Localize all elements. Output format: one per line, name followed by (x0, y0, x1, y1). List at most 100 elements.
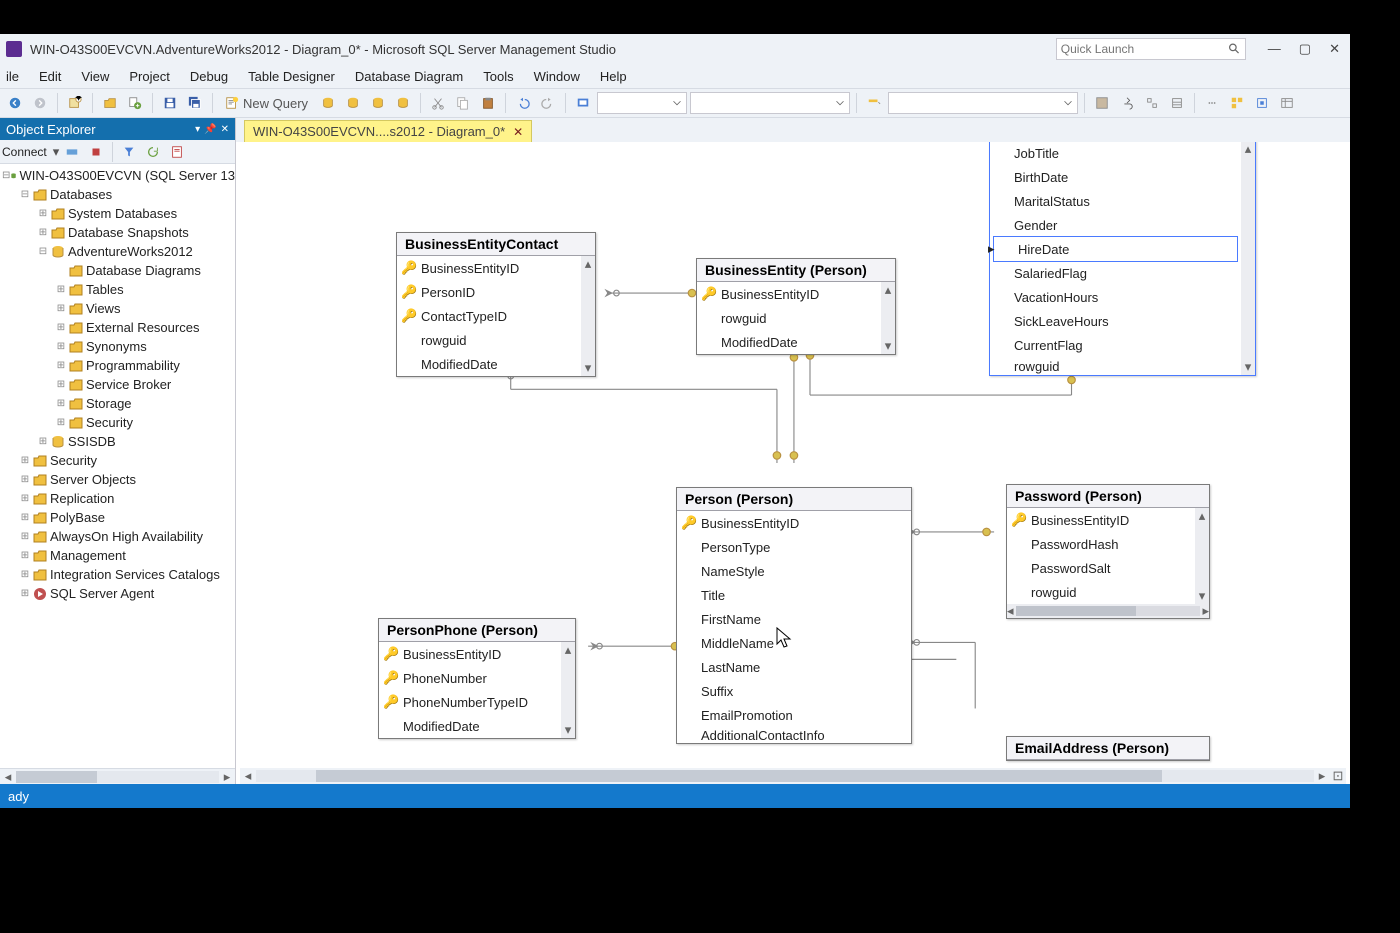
nav-box-button[interactable]: ⊡ (1330, 768, 1346, 784)
save-all-button[interactable] (184, 92, 206, 114)
connect-button[interactable]: Connect (2, 145, 47, 159)
entity-businessentitycontact[interactable]: BusinessEntityContact 🔑BusinessEntityID … (396, 232, 596, 377)
column-row[interactable]: Gender (990, 213, 1255, 237)
entity-personphone[interactable]: PersonPhone (Person) 🔑BusinessEntityID 🔑… (378, 618, 576, 739)
tree-item[interactable]: ⊞AlwaysOn High Availability (0, 527, 235, 546)
expand-icon[interactable]: ⊞ (18, 569, 32, 580)
expand-icon[interactable]: ⊞ (18, 455, 32, 466)
panel-close-button[interactable]: ✕ (221, 124, 229, 135)
scroll-right-button[interactable]: ▸ (219, 769, 235, 785)
stop-button[interactable] (85, 142, 107, 162)
tree-server[interactable]: ⊟ WIN-O43S00EVCVN (SQL Server 13 (0, 166, 235, 185)
save-button[interactable] (159, 92, 181, 114)
column-row[interactable]: rowguid (1007, 580, 1209, 604)
add-item-button[interactable] (124, 92, 146, 114)
find-button[interactable] (863, 92, 885, 114)
close-button[interactable]: ✕ (1329, 41, 1340, 57)
script-button[interactable] (166, 142, 188, 162)
tree-item[interactable]: ⊞Management (0, 546, 235, 565)
column-row[interactable]: rowguid (397, 328, 595, 352)
expand-icon[interactable]: ⊞ (54, 398, 68, 409)
diag-btn-3[interactable] (1141, 92, 1163, 114)
open-file-button[interactable] (99, 92, 121, 114)
tree-item[interactable]: ⊞Server Objects (0, 470, 235, 489)
menu-help[interactable]: Help (590, 67, 637, 86)
expand-icon[interactable]: ⊞ (18, 550, 32, 561)
expand-icon[interactable]: ⊞ (18, 474, 32, 485)
filter-button[interactable] (118, 142, 140, 162)
column-row-selected[interactable]: ▸HireDate (994, 237, 1237, 261)
column-row[interactable]: 🔑PhoneNumberTypeID (379, 690, 575, 714)
column-row[interactable]: 🔑ContactTypeID (397, 304, 595, 328)
new-project-button[interactable]: ✦ (64, 92, 86, 114)
scroll-right-button[interactable]: ▸ (1314, 768, 1330, 784)
diag-btn-2[interactable] (1116, 92, 1138, 114)
quick-launch-input[interactable] (1056, 38, 1246, 60)
tree-item[interactable]: ⊞ Database Snapshots (0, 223, 235, 242)
column-row[interactable]: CurrentFlag (990, 333, 1255, 357)
tree-item[interactable]: ⊞Integration Services Catalogs (0, 565, 235, 584)
tree-item[interactable]: ⊞Views (0, 299, 235, 318)
column-row[interactable]: LastName (677, 655, 911, 679)
entity-header[interactable]: Person (Person) (677, 488, 911, 511)
expand-icon[interactable]: ⊟ (2, 170, 10, 181)
object-explorer-tree[interactable]: ⊟ WIN-O43S00EVCVN (SQL Server 13 ⊟ Datab… (0, 164, 235, 768)
tree-item[interactable]: ⊞Security (0, 413, 235, 432)
expand-icon[interactable]: ⊞ (36, 227, 50, 238)
entity-vscroll[interactable]: ▴▾ (1195, 508, 1209, 604)
menu-file[interactable]: ile (4, 67, 29, 86)
column-row[interactable]: AdditionalContactInfo (677, 727, 911, 743)
combo-1[interactable] (597, 92, 687, 114)
column-row[interactable]: EmailPromotion (677, 703, 911, 727)
expand-icon[interactable]: ⊞ (18, 493, 32, 504)
expand-icon[interactable]: ⊞ (54, 303, 68, 314)
entity-vscroll[interactable]: ▴▾ (1241, 142, 1255, 375)
cut-button[interactable] (427, 92, 449, 114)
entity-person[interactable]: Person (Person) 🔑BusinessEntityID Person… (676, 487, 912, 744)
entity-businessentity[interactable]: BusinessEntity (Person) 🔑BusinessEntityI… (696, 258, 896, 355)
scroll-left-button[interactable]: ◂ (0, 769, 16, 785)
diag-btn-4[interactable] (1166, 92, 1188, 114)
db-query-2-button[interactable] (342, 92, 364, 114)
entity-employee[interactable]: JobTitle BirthDate MaritalStatus Gender … (989, 142, 1256, 376)
canvas-hscroll[interactable]: ◂ ▸ ⊡ (240, 768, 1346, 784)
entity-header[interactable]: Password (Person) (1007, 485, 1209, 508)
quick-launch-text[interactable] (1061, 42, 1228, 56)
expand-icon[interactable]: ⊞ (36, 436, 50, 447)
copy-button[interactable] (452, 92, 474, 114)
column-row[interactable]: FirstName (677, 607, 911, 631)
restore-button[interactable]: ▢ (1299, 41, 1311, 57)
column-row[interactable]: SalariedFlag (990, 261, 1255, 285)
menu-view[interactable]: View (71, 67, 119, 86)
column-row[interactable]: ModifiedDate (697, 330, 895, 354)
entity-password[interactable]: Password (Person) 🔑BusinessEntityID Pass… (1006, 484, 1210, 619)
combo-3[interactable] (888, 92, 1078, 114)
column-row[interactable]: 🔑PhoneNumber (379, 666, 575, 690)
column-row[interactable]: VacationHours (990, 285, 1255, 309)
diag-btn-1[interactable] (1091, 92, 1113, 114)
column-row[interactable]: ModifiedDate (379, 714, 575, 738)
entity-vscroll[interactable]: ▴▾ (561, 642, 575, 738)
column-row[interactable]: 🔑BusinessEntityID (397, 256, 595, 280)
menu-edit[interactable]: Edit (29, 67, 71, 86)
expand-icon[interactable]: ⊞ (54, 284, 68, 295)
tree-item[interactable]: ⊞SSISDB (0, 432, 235, 451)
column-row[interactable]: BirthDate (990, 165, 1255, 189)
scroll-thumb[interactable] (316, 770, 1162, 782)
column-row[interactable]: 🔑BusinessEntityID (697, 282, 895, 306)
combo-2[interactable] (690, 92, 850, 114)
explorer-hscroll[interactable]: ◂ ▸ (0, 768, 235, 784)
column-row[interactable]: 🔑PersonID (397, 280, 595, 304)
entity-header[interactable]: BusinessEntityContact (397, 233, 595, 256)
column-row[interactable]: PasswordSalt (1007, 556, 1209, 580)
menu-debug[interactable]: Debug (180, 67, 238, 86)
tree-databases[interactable]: ⊟ Databases (0, 185, 235, 204)
tree-item[interactable]: ⊞PolyBase (0, 508, 235, 527)
column-row[interactable]: MiddleName (677, 631, 911, 655)
column-row[interactable]: 🔑BusinessEntityID (677, 511, 911, 535)
expand-icon[interactable]: ⊟ (36, 246, 50, 257)
expand-icon[interactable]: ⊞ (54, 341, 68, 352)
entity-header[interactable]: PersonPhone (Person) (379, 619, 575, 642)
panel-dropdown-button[interactable]: ▾ (195, 124, 200, 135)
expand-icon[interactable]: ⊞ (36, 208, 50, 219)
